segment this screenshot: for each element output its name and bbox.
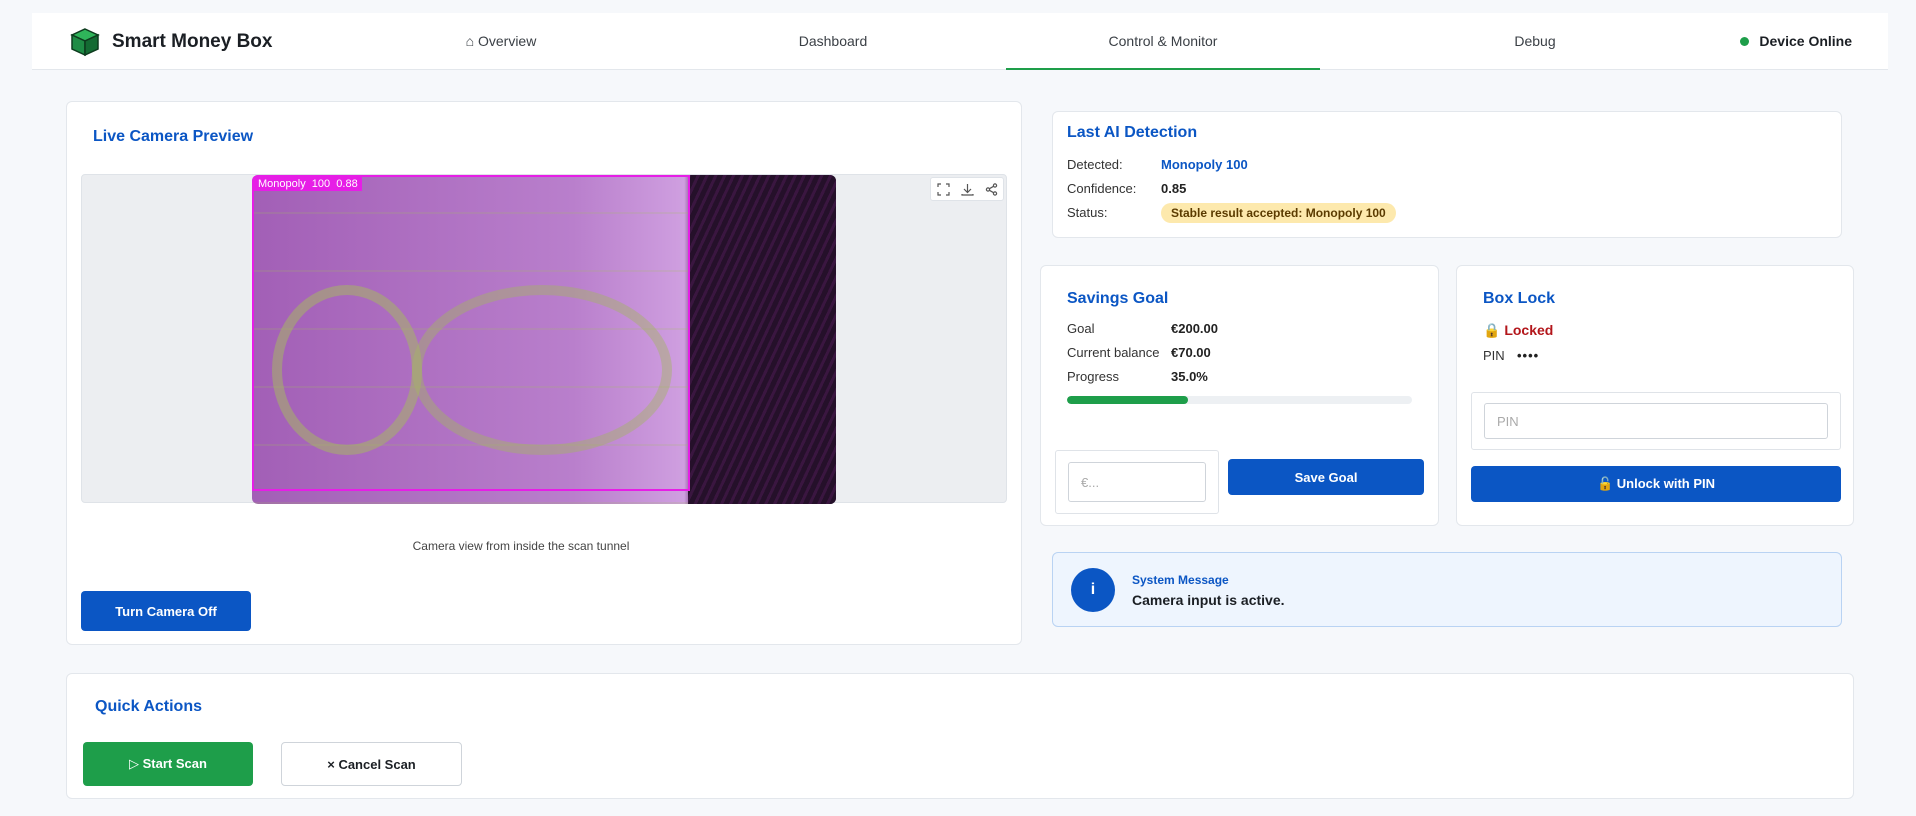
download-icon[interactable] [955,178,979,200]
pin-input-wrapper: PIN [1471,392,1841,450]
message-title: System Message [1132,573,1229,587]
camera-caption: Camera view from inside the scan tunnel [412,539,630,553]
toggle-camera-button[interactable]: Turn Camera Off [81,591,251,631]
cancel-scan-button[interactable]: × Cancel Scan [281,742,462,786]
detected-label: Detected: [1067,157,1123,172]
camera-toolbar [930,177,1004,201]
status-label: Status: [1067,205,1108,220]
progress-label: Progress [1067,369,1120,384]
top-navigation-bar: Smart Money Box ⌂ Overview Dashboard Con… [32,13,1888,70]
balance-row: Current balance €70.00 [1067,345,1407,363]
detection-title: Last AI Detection [1067,124,1198,141]
camera-frame: Monopoly 100 0.88 [81,174,1007,504]
info-icon: i [1071,568,1115,612]
goal-label: Goal [1067,321,1095,336]
status-badge: Stable result accepted: Monopoly 100 [1161,203,1396,223]
goal-row: Goal €200.00 [1067,321,1407,339]
device-status-text: Device Online [1759,33,1852,49]
tab-dashboard[interactable]: Dashboard [745,13,921,70]
savings-title: Savings Goal [1067,290,1169,307]
fullscreen-icon[interactable] [931,178,955,200]
lock-state: 🔒 Locked [1483,322,1554,338]
device-status: Device Online [1740,33,1852,49]
save-goal-button[interactable]: Save Goal [1228,459,1424,495]
lock-title: Box Lock [1483,290,1556,307]
balance-value: €70.00 [1171,345,1211,360]
confidence-row: Confidence: 0.85 [1067,181,1807,199]
share-icon[interactable] [979,178,1003,200]
system-message-card: i System Message Camera input is active. [1052,552,1842,627]
box-lock-card: Box Lock 🔒 Locked PIN •••• PIN 🔓 Unlock … [1456,265,1854,526]
goal-amount-input[interactable]: €... [1068,462,1206,502]
camera-card: Live Camera Preview Monopoly 100 0.88 Ca… [66,101,1022,645]
savings-progress-bar [1067,396,1412,404]
detection-card: Last AI Detection Detected: Monopoly 100… [1052,111,1842,238]
balance-label: Current balance [1067,345,1160,360]
confidence-value: 0.85 [1161,181,1187,196]
pin-mask: •••• [1517,348,1540,363]
savings-goal-card: Savings Goal Goal €200.00 Current balanc… [1040,265,1439,526]
pin-input[interactable]: PIN [1484,403,1828,439]
unlock-button[interactable]: 🔓 Unlock with PIN [1471,466,1841,502]
tab-overview[interactable]: ⌂ Overview [430,13,572,70]
detection-label: Monopoly 100 0.88 [254,177,362,191]
savings-progress-fill [1067,396,1188,404]
start-scan-button[interactable]: ▷ Start Scan [83,742,253,786]
camera-title: Live Camera Preview [93,128,254,145]
detected-row: Detected: Monopoly 100 [1067,157,1807,175]
status-dot-icon [1740,36,1750,46]
pin-row: PIN •••• [1483,348,1683,366]
detected-value: Monopoly 100 [1161,157,1248,172]
camera-image: Monopoly 100 0.88 [252,175,836,504]
tab-debug[interactable]: Debug [1460,13,1610,70]
pin-label: PIN [1483,348,1505,363]
goal-value: €200.00 [1171,321,1218,336]
progress-row: Progress 35.0% [1067,369,1407,387]
status-row: Status: Stable result accepted: Monopoly… [1067,203,1807,228]
goal-input-wrapper: €... [1055,450,1219,514]
detection-bounding-box: Monopoly 100 0.88 [252,175,690,491]
progress-value: 35.0% [1171,369,1208,384]
quick-actions-card: Quick Actions ▷ Start Scan × Cancel Scan [66,673,1854,799]
confidence-label: Confidence: [1067,181,1137,196]
tab-control-monitor[interactable]: Control & Monitor [1006,13,1320,70]
app-name: Smart Money Box [112,31,273,52]
message-text: Camera input is active. [1132,592,1285,608]
brand[interactable]: Smart Money Box [70,27,272,57]
quick-actions-title: Quick Actions [95,698,202,715]
cube-logo-icon [70,28,100,57]
